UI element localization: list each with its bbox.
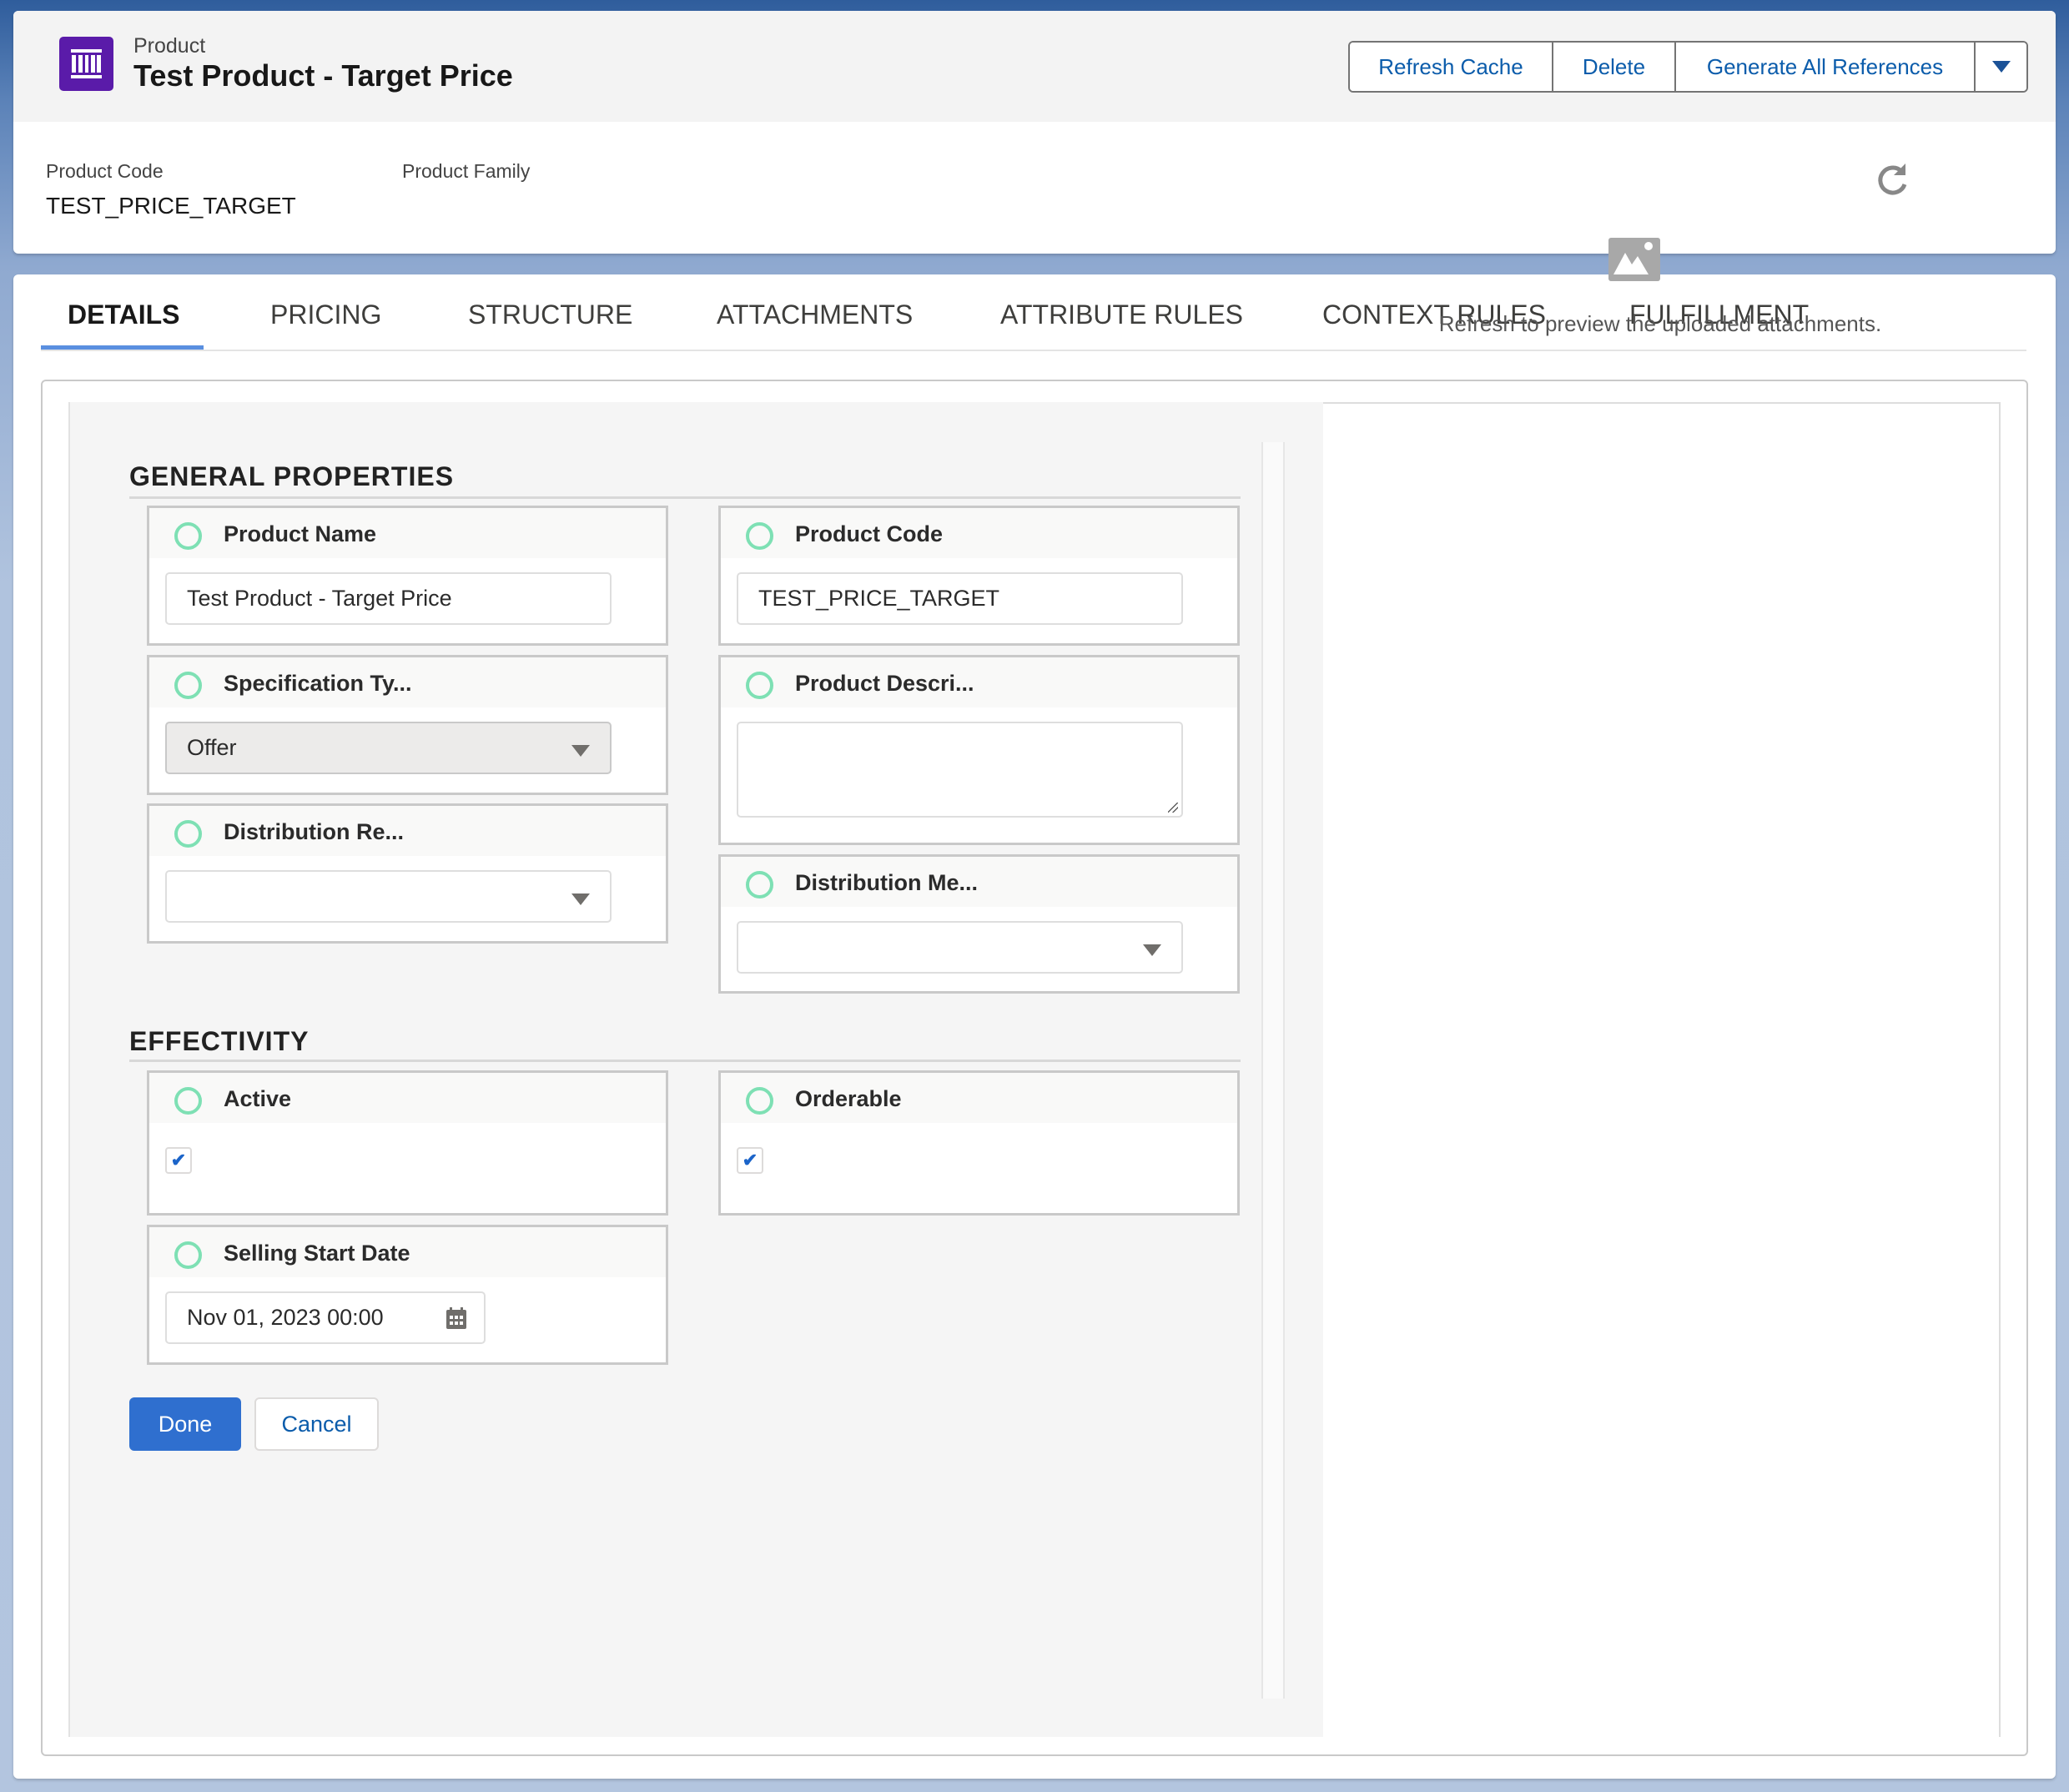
tabs-card: DETAILS PRICING STRUCTURE ATTACHMENTS AT… [13,274,2056,1779]
tab-divider [41,350,2026,351]
details-panel: GENERAL PROPERTIES Product Name Test Pro… [41,380,2028,1756]
record-title: Test Product - Target Price [133,58,513,93]
field-label: Product Descri... [795,671,974,696]
resize-handle-icon[interactable] [1168,803,1178,813]
section-title-general-properties: GENERAL PROPERTIES [129,461,455,491]
generate-all-references-button[interactable]: Generate All References [1676,43,1976,91]
field-label: Orderable [795,1086,902,1111]
status-ring-icon[interactable] [174,820,202,848]
refresh-icon[interactable] [1874,161,1912,199]
checkmark-icon: ✔ [170,1150,187,1170]
distribution-re-select[interactable] [165,870,612,923]
more-actions-button[interactable] [1976,43,2026,91]
field-label: Distribution Me... [795,870,978,895]
specification-type-select[interactable]: Offer [165,722,612,774]
chevron-down-icon [1143,944,1161,956]
distribution-me-select[interactable] [737,921,1183,974]
status-ring-icon[interactable] [746,522,773,550]
active-checkbox[interactable]: ✔ [165,1147,192,1174]
record-header: Product Test Product - Target Price Refr… [13,11,2056,254]
field-label: Product Code [795,521,944,546]
field-card-product-name: Product Name Test Product - Target Price [147,506,668,646]
section-title-effectivity: EFFECTIVITY [129,1026,310,1056]
select-value: Offer [187,735,237,760]
form-scrollbar[interactable] [1261,442,1285,1699]
tab-structure[interactable]: STRUCTURE [468,300,632,330]
image-icon [1608,238,1660,281]
attachment-preview-pane [1323,402,2001,1737]
field-card-distribution-re: Distribution Re... [147,803,668,944]
cancel-button[interactable]: Cancel [254,1397,379,1451]
object-type-label: Product [133,34,206,58]
field-card-specification-type: Specification Ty... Offer [147,655,668,795]
status-ring-icon[interactable] [174,522,202,550]
tab-attribute-rules[interactable]: ATTRIBUTE RULES [1000,300,1243,330]
selling-start-date-input[interactable]: Nov 01, 2023 00:00 [165,1291,486,1344]
status-ring-icon[interactable] [174,672,202,699]
section-divider [129,1060,1241,1062]
status-ring-icon[interactable] [746,672,773,699]
form-pane: GENERAL PROPERTIES Product Name Test Pro… [68,402,1323,1737]
field-card-product-description: Product Descri... [718,655,1240,845]
field-label: Product Name [224,521,377,546]
preview-message: Refresh to preview the uploaded attachme… [1438,311,1882,336]
product-description-textarea[interactable] [737,722,1183,818]
tab-details[interactable]: DETAILS [68,300,180,330]
highlight-value-product-code: TEST_PRICE_TARGET [46,193,296,219]
product-code-input[interactable]: TEST_PRICE_TARGET [737,572,1183,625]
refresh-cache-button[interactable]: Refresh Cache [1350,43,1553,91]
done-button[interactable]: Done [129,1397,241,1451]
tab-attachments[interactable]: ATTACHMENTS [717,300,913,330]
date-value: Nov 01, 2023 00:00 [187,1305,384,1330]
status-ring-icon[interactable] [174,1241,202,1269]
highlight-label-product-code: Product Code [46,160,164,182]
field-label: Specification Ty... [224,671,412,696]
status-ring-icon[interactable] [746,871,773,899]
highlight-label-product-family: Product Family [402,160,531,182]
field-label: Selling Start Date [224,1241,410,1266]
field-card-orderable: Orderable ✔ [718,1070,1240,1216]
field-card-distribution-me: Distribution Me... [718,854,1240,994]
chevron-down-icon [571,745,590,757]
product-icon [59,37,113,91]
chevron-down-icon [1991,61,2011,73]
field-label: Distribution Re... [224,819,404,844]
chevron-down-icon [571,893,590,905]
field-card-active: Active ✔ [147,1070,668,1216]
delete-button[interactable]: Delete [1553,43,1676,91]
product-name-input[interactable]: Test Product - Target Price [165,572,612,625]
header-action-group: Refresh Cache Delete Generate All Refere… [1348,41,2028,93]
status-ring-icon[interactable] [174,1087,202,1115]
tab-pricing[interactable]: PRICING [270,300,381,330]
orderable-checkbox[interactable]: ✔ [737,1147,763,1174]
field-card-selling-start-date: Selling Start Date Nov 01, 2023 00:00 [147,1225,668,1365]
active-tab-indicator [41,345,204,350]
status-ring-icon[interactable] [746,1087,773,1115]
field-card-product-code: Product Code TEST_PRICE_TARGET [718,506,1240,646]
field-label: Active [224,1086,292,1111]
calendar-icon[interactable] [446,1306,467,1330]
checkmark-icon: ✔ [742,1150,758,1170]
section-divider [129,496,1241,499]
